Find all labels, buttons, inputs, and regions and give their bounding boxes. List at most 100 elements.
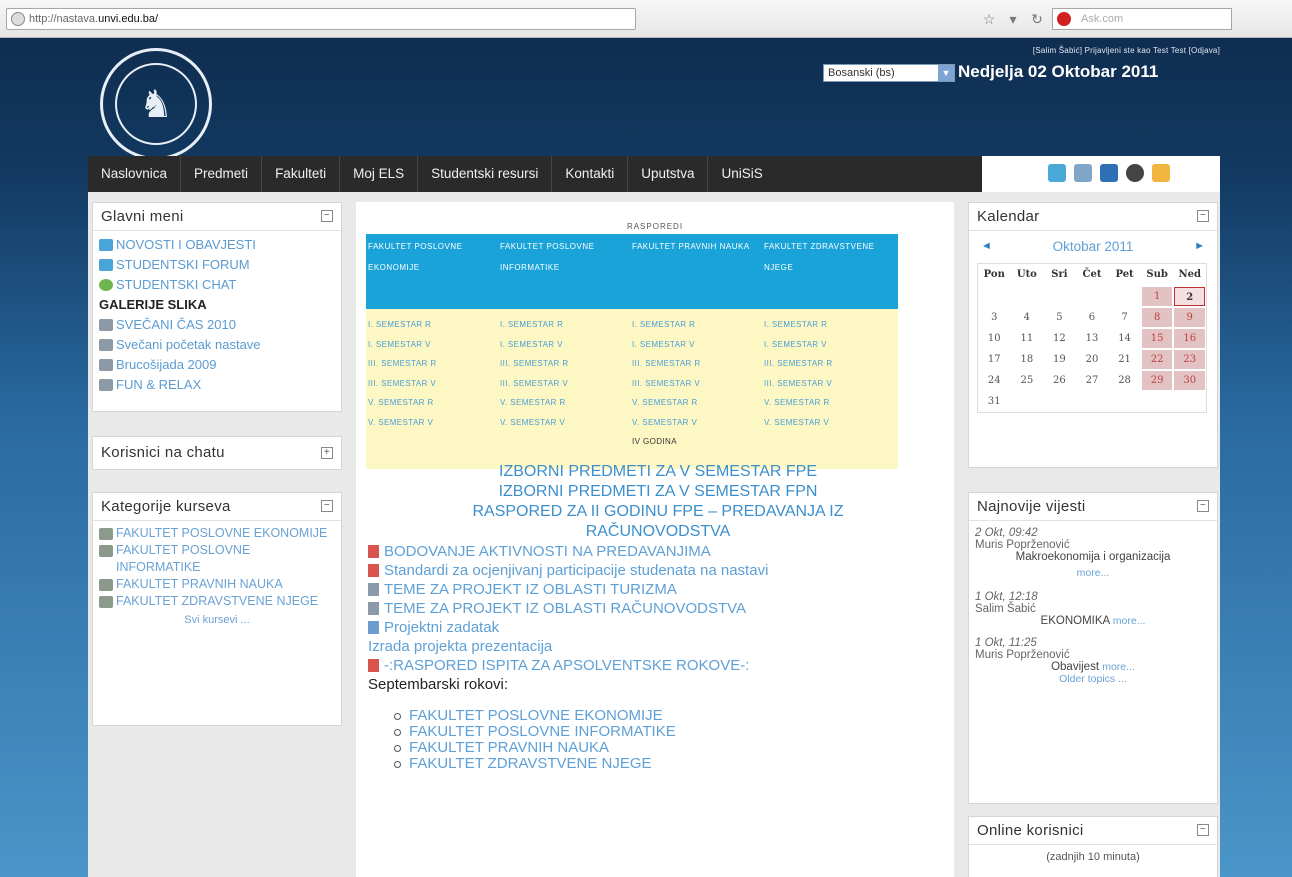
calendar-day[interactable]: 3 bbox=[979, 308, 1010, 327]
category-item-fzn[interactable]: FAKULTET ZDRAVSTVENE NJEGE bbox=[99, 593, 335, 610]
calendar-day[interactable]: 27 bbox=[1077, 371, 1108, 390]
menu-item-svecani-pocetak[interactable]: Svečani početak nastave bbox=[99, 335, 335, 355]
university-logo[interactable]: ♞ bbox=[100, 48, 212, 160]
link-raspored-ii-godina[interactable]: RASPORED ZA II GODINU FPE – PREDAVANJA I… bbox=[368, 502, 948, 522]
calendar-day[interactable]: 5 bbox=[1044, 308, 1075, 327]
schedule-link[interactable]: III. SEMESTAR V bbox=[762, 374, 898, 394]
schedule-link[interactable]: III. SEMESTAR R bbox=[498, 354, 630, 374]
link-izborni-fpe[interactable]: IZBORNI PREDMETI ZA V SEMESTAR FPE bbox=[368, 462, 948, 482]
schedule-header-fpe[interactable]: FAKULTET POSLOVNE EKONOMIJE bbox=[366, 234, 498, 309]
calendar-day[interactable]: 19 bbox=[1044, 350, 1075, 369]
schedule-header-fpn[interactable]: FAKULTET PRAVNIH NAUKA bbox=[630, 234, 762, 309]
link-izborni-fpn[interactable]: IZBORNI PREDMETI ZA V SEMESTAR FPN bbox=[368, 482, 948, 502]
nav-item-predmeti[interactable]: Predmeti bbox=[181, 156, 263, 192]
nav-item-kontakti[interactable]: Kontakti bbox=[552, 156, 629, 192]
nav-item-fakulteti[interactable]: Fakulteti bbox=[262, 156, 341, 192]
language-select[interactable]: Bosanski (bs) ▼ bbox=[823, 64, 955, 82]
bookmark-star-icon[interactable]: ☆ bbox=[980, 10, 998, 28]
schedule-link[interactable]: V. SEMESTAR R bbox=[366, 393, 498, 413]
collapse-icon[interactable]: − bbox=[321, 210, 333, 222]
copy-icon[interactable] bbox=[1074, 164, 1092, 182]
calendar-day[interactable]: 20 bbox=[1077, 350, 1108, 369]
news-more-link[interactable]: more... bbox=[1113, 615, 1146, 627]
schedule-link[interactable]: V. SEMESTAR R bbox=[630, 393, 762, 413]
menu-item-novosti[interactable]: NOVOSTI I OBAVJESTI bbox=[99, 235, 335, 255]
nav-item-moj-els[interactable]: Moj ELS bbox=[340, 156, 419, 192]
schedule-link[interactable]: I. SEMESTAR R bbox=[498, 315, 630, 335]
menu-item-forum[interactable]: STUDENTSKI FORUM bbox=[99, 255, 335, 275]
bullet-link-fpi[interactable]: FAKULTET POSLOVNE INFORMATIKE bbox=[394, 724, 948, 740]
calendar-day[interactable]: 17 bbox=[979, 350, 1010, 369]
schedule-link[interactable]: III. SEMESTAR V bbox=[630, 374, 762, 394]
calendar-day[interactable]: 2 bbox=[1174, 287, 1205, 306]
link-standardi[interactable]: Standardi za ocjenjivanj participacije s… bbox=[368, 561, 948, 580]
nav-item-uputstva[interactable]: Uputstva bbox=[628, 156, 709, 192]
schedule-link[interactable]: I. SEMESTAR V bbox=[630, 335, 762, 355]
search-input[interactable]: Ask.com bbox=[1052, 8, 1232, 30]
dropdown-arrow-icon[interactable]: ▾ bbox=[1004, 10, 1022, 28]
schedule-link[interactable]: III. SEMESTAR V bbox=[366, 374, 498, 394]
expand-icon[interactable]: + bbox=[321, 447, 333, 459]
calendar-day[interactable]: 1 bbox=[1141, 287, 1173, 306]
schedule-link[interactable]: III. SEMESTAR R bbox=[366, 354, 498, 374]
calendar-day[interactable]: 29 bbox=[1141, 371, 1173, 390]
calendar-day[interactable]: 11 bbox=[1012, 329, 1043, 348]
menu-item-fun-relax[interactable]: FUN & RELAX bbox=[99, 375, 335, 395]
nav-item-studentski-resursi[interactable]: Studentski resursi bbox=[418, 156, 553, 192]
link-raspored-ispita[interactable]: -:RASPORED ISPITA ZA APSOLVENTSKE ROKOVE… bbox=[368, 656, 948, 675]
link-teme-racunovodstvo[interactable]: TEME ZA PROJEKT IZ OBLASTI RAČUNOVODSTVA bbox=[368, 599, 948, 618]
schedule-link[interactable]: V. SEMESTAR V bbox=[498, 413, 630, 433]
schedule-link[interactable]: III. SEMESTAR V bbox=[498, 374, 630, 394]
calendar-day[interactable]: 28 bbox=[1109, 371, 1140, 390]
category-item-fpn[interactable]: FAKULTET PRAVNIH NAUKA bbox=[99, 576, 335, 593]
link-projektni-zadatak[interactable]: Projektni zadatak bbox=[368, 618, 948, 637]
link-raspored-ii-godina-cont[interactable]: RAČUNOVODSTVA bbox=[368, 522, 948, 542]
calendar-day[interactable]: 16 bbox=[1174, 329, 1205, 348]
calendar-day[interactable]: 30 bbox=[1174, 371, 1205, 390]
calendar-day[interactable]: 21 bbox=[1109, 350, 1140, 369]
bullet-link-fpn[interactable]: FAKULTET PRAVNIH NAUKA bbox=[394, 740, 948, 756]
calendar-day[interactable]: 24 bbox=[979, 371, 1010, 390]
schedule-link[interactable]: I. SEMESTAR R bbox=[762, 315, 898, 335]
collapse-icon[interactable]: − bbox=[321, 500, 333, 512]
schedule-link[interactable]: I. SEMESTAR V bbox=[498, 335, 630, 355]
link-izrada-projekta[interactable]: Izrada projekta prezentacija bbox=[368, 637, 948, 656]
schedule-link[interactable]: V. SEMESTAR R bbox=[762, 393, 898, 413]
schedule-link[interactable]: V. SEMESTAR R bbox=[498, 393, 630, 413]
schedule-header-fzn[interactable]: FAKULTET ZDRAVSTVENE NJEGE bbox=[762, 234, 898, 309]
calendar-day[interactable]: 25 bbox=[1012, 371, 1043, 390]
category-item-fpi[interactable]: FAKULTET POSLOVNE INFORMATIKE bbox=[99, 542, 335, 576]
collapse-icon[interactable]: − bbox=[1197, 824, 1209, 836]
all-courses-link[interactable]: Svi kursevi ... bbox=[99, 610, 335, 630]
calendar-day[interactable]: 22 bbox=[1141, 350, 1173, 369]
calendar-day[interactable]: 18 bbox=[1012, 350, 1043, 369]
chat-icon[interactable] bbox=[1048, 164, 1066, 182]
category-item-fpe[interactable]: FAKULTET POSLOVNE EKONOMIJE bbox=[99, 525, 335, 542]
menu-item-brucosijada[interactable]: Brucošijada 2009 bbox=[99, 355, 335, 375]
window-icon[interactable] bbox=[1100, 164, 1118, 182]
address-bar[interactable]: http://nastava.unvi.edu.ba/ bbox=[6, 8, 636, 30]
bullet-link-fpe[interactable]: FAKULTET POSLOVNE EKONOMIJE bbox=[394, 708, 948, 724]
calendar-day[interactable]: 6 bbox=[1077, 308, 1108, 327]
schedule-link-iv-godina[interactable]: IV GODINA bbox=[630, 432, 762, 452]
calendar-day[interactable]: 4 bbox=[1012, 308, 1043, 327]
menu-item-chat[interactable]: STUDENTSKI CHAT bbox=[99, 275, 335, 295]
calendar-day[interactable]: 23 bbox=[1174, 350, 1205, 369]
schedule-link[interactable]: III. SEMESTAR R bbox=[630, 354, 762, 374]
collapse-icon[interactable]: − bbox=[1197, 500, 1209, 512]
calendar-day[interactable]: 10 bbox=[979, 329, 1010, 348]
schedule-header-fpi[interactable]: FAKULTET POSLOVNE INFORMATIKE bbox=[498, 234, 630, 309]
calendar-icon[interactable] bbox=[1152, 164, 1170, 182]
prev-month-icon[interactable]: ◄ bbox=[981, 240, 992, 252]
calendar-day[interactable]: 9 bbox=[1174, 308, 1205, 327]
calendar-day[interactable]: 12 bbox=[1044, 329, 1075, 348]
calendar-day[interactable]: 14 bbox=[1109, 329, 1140, 348]
calendar-day[interactable]: 15 bbox=[1141, 329, 1173, 348]
schedule-link[interactable]: I. SEMESTAR R bbox=[630, 315, 762, 335]
calendar-day[interactable]: 13 bbox=[1077, 329, 1108, 348]
menu-item-svecani-cas[interactable]: SVEČANI ČAS 2010 bbox=[99, 315, 335, 335]
bullet-link-fzn[interactable]: FAKULTET ZDRAVSTVENE NJEGE bbox=[394, 756, 948, 772]
calendar-month[interactable]: Oktobar 2011 bbox=[1053, 239, 1134, 254]
schedule-link[interactable]: V. SEMESTAR V bbox=[762, 413, 898, 433]
news-more-link[interactable]: more... bbox=[1102, 661, 1135, 673]
